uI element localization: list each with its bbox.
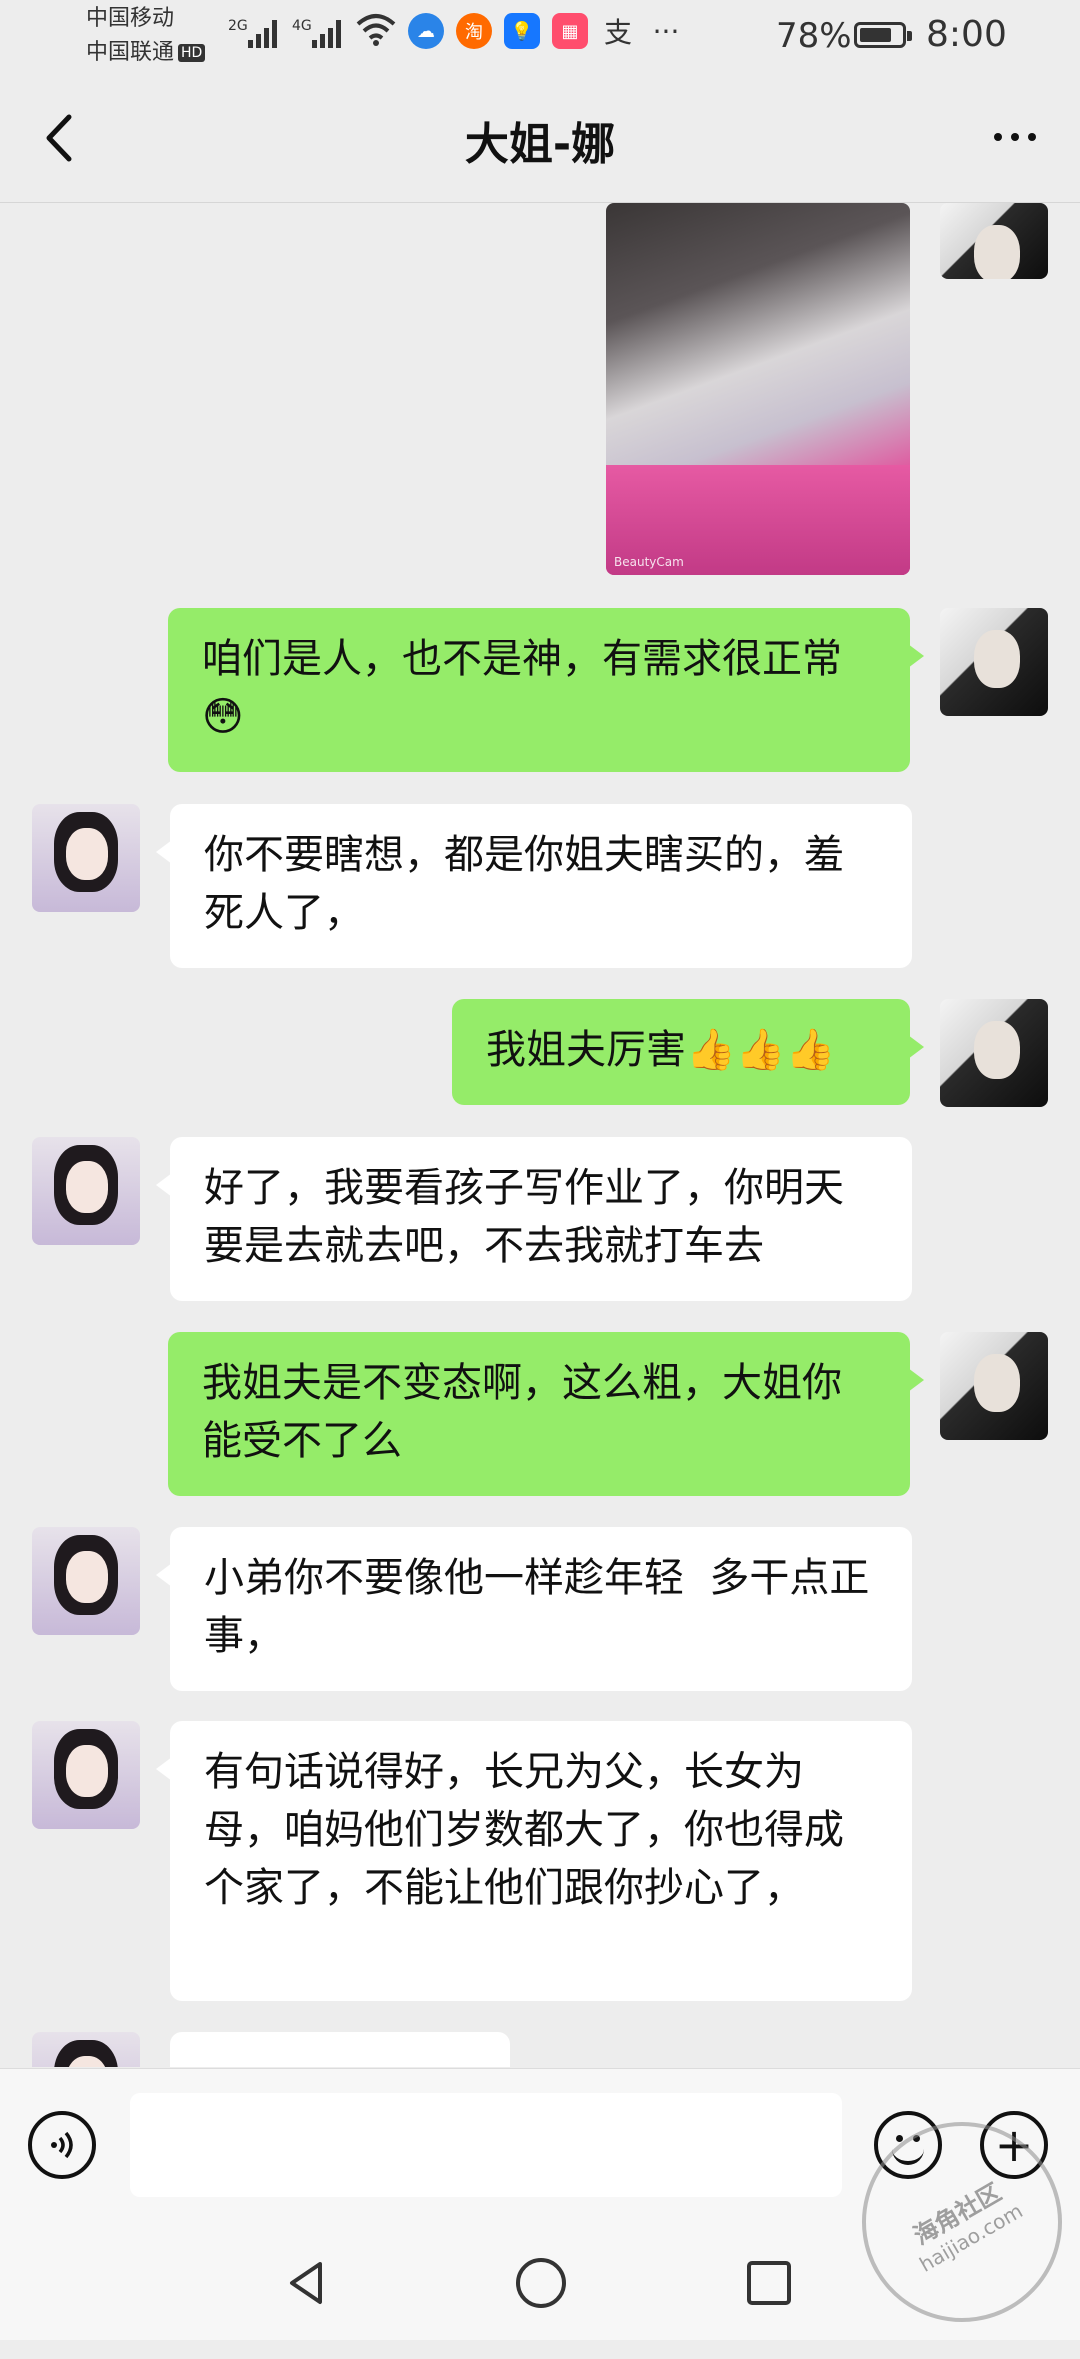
message-row: 有句话说得好，长兄为父，长女为母，咱妈他们岁数都大了，你也得成个家了，不能让他们… <box>0 1721 1080 2001</box>
battery-icon <box>854 22 912 48</box>
chat-title: 大姐-娜 <box>464 119 616 170</box>
more-options-button[interactable] <box>980 112 1050 162</box>
bulb-icon: 💡 <box>504 13 540 49</box>
message-bubble-received[interactable]: 小弟你不要像他一样趁年轻 多干点正事， <box>156 1527 912 1691</box>
more-dots-icon: ··· <box>652 14 680 48</box>
cloud-icon: ☁ <box>408 13 444 49</box>
message-bubble-received[interactable] <box>170 2032 510 2067</box>
alipay-icon: 支 <box>603 16 632 49</box>
wifi-icon <box>356 12 396 50</box>
message-bubble-sent[interactable]: 我姐夫是不变态啊，这么粗，大姐你能受不了么 <box>168 1332 924 1496</box>
carrier-1: 中国移动 <box>86 6 175 31</box>
clock: 8:00 <box>926 14 1007 55</box>
message-row: 咱们是人，也不是神，有需求很正常😳 <box>0 608 1080 772</box>
chat-header: 大姐-娜 <box>0 76 1080 203</box>
message-bubble-received[interactable]: 好了，我要看孩子写作业了，你明天要是去就去吧，不去我就打车去 <box>156 1137 912 1301</box>
battery-percent: 78% <box>776 16 852 56</box>
triangle-back-icon <box>290 2262 322 2304</box>
avatar-contact[interactable] <box>32 1721 140 1829</box>
carrier-2-label: 中国联通 <box>86 40 175 65</box>
signal-icon <box>312 18 346 48</box>
signal-icon <box>248 18 282 48</box>
voice-icon <box>51 2131 73 2159</box>
taobao-icon: 淘 <box>456 13 492 49</box>
avatar-contact[interactable] <box>32 2032 140 2067</box>
avatar-contact[interactable] <box>32 804 140 912</box>
wallet-icon: ▦ <box>552 13 588 49</box>
message-row: 小弟你不要像他一样趁年轻 多干点正事， <box>0 1527 1080 1691</box>
voice-button[interactable] <box>28 2111 96 2179</box>
message-list[interactable]: BeautyCam 咱们是人，也不是神，有需求很正常😳 你不要瞎想，都是你姐夫瞎… <box>0 203 1080 2067</box>
avatar-self[interactable] <box>940 1332 1048 1440</box>
avatar-contact[interactable] <box>32 1137 140 1245</box>
network-type-1: 2G <box>228 18 248 34</box>
nav-back-button[interactable] <box>272 2248 342 2318</box>
image-message[interactable]: BeautyCam <box>606 203 910 575</box>
message-row: 好了，我要看孩子写作业了，你明天要是去就去吧，不去我就打车去 <box>0 1137 1080 1301</box>
message-row <box>0 2032 1080 2067</box>
carrier-2: 中国联通 HD <box>86 40 206 66</box>
square-recent-icon <box>747 2261 791 2305</box>
avatar-self[interactable] <box>940 203 1048 279</box>
circle-home-icon <box>516 2258 566 2308</box>
status-app-icons: ☁ 淘 💡 ▦ 支 ··· <box>356 12 684 50</box>
message-row: 我姐夫是不变态啊，这么粗，大姐你能受不了么 <box>0 1332 1080 1496</box>
battery-fill <box>860 28 891 42</box>
avatar-contact[interactable] <box>32 1527 140 1635</box>
nav-home-button[interactable] <box>506 2248 576 2318</box>
image-watermark: BeautyCam <box>614 555 684 569</box>
message-row: 我姐夫厉害👍👍👍 <box>0 999 1080 1107</box>
message-bubble-sent[interactable]: 我姐夫厉害👍👍👍 <box>452 999 924 1105</box>
message-row: BeautyCam <box>0 203 1080 575</box>
hd-badge: HD <box>178 44 206 62</box>
message-bubble-sent[interactable]: 咱们是人，也不是神，有需求很正常😳 <box>168 608 924 772</box>
nav-recent-button[interactable] <box>734 2248 804 2318</box>
avatar-self[interactable] <box>940 999 1048 1107</box>
avatar-self[interactable] <box>940 608 1048 716</box>
message-bubble-received[interactable]: 你不要瞎想，都是你姐夫瞎买的，羞死人了， <box>156 804 912 968</box>
status-bar: 中国移动 中国联通 HD 2G 4G ☁ 淘 💡 ▦ 支 ··· 78% 8:00 <box>0 0 1080 76</box>
network-type-2: 4G <box>292 18 312 34</box>
message-row: 你不要瞎想，都是你姐夫瞎买的，羞死人了， <box>0 804 1080 968</box>
message-bubble-received[interactable]: 有句话说得好，长兄为父，长女为母，咱妈他们岁数都大了，你也得成个家了，不能让他们… <box>156 1721 912 2001</box>
message-input[interactable] <box>130 2093 842 2197</box>
